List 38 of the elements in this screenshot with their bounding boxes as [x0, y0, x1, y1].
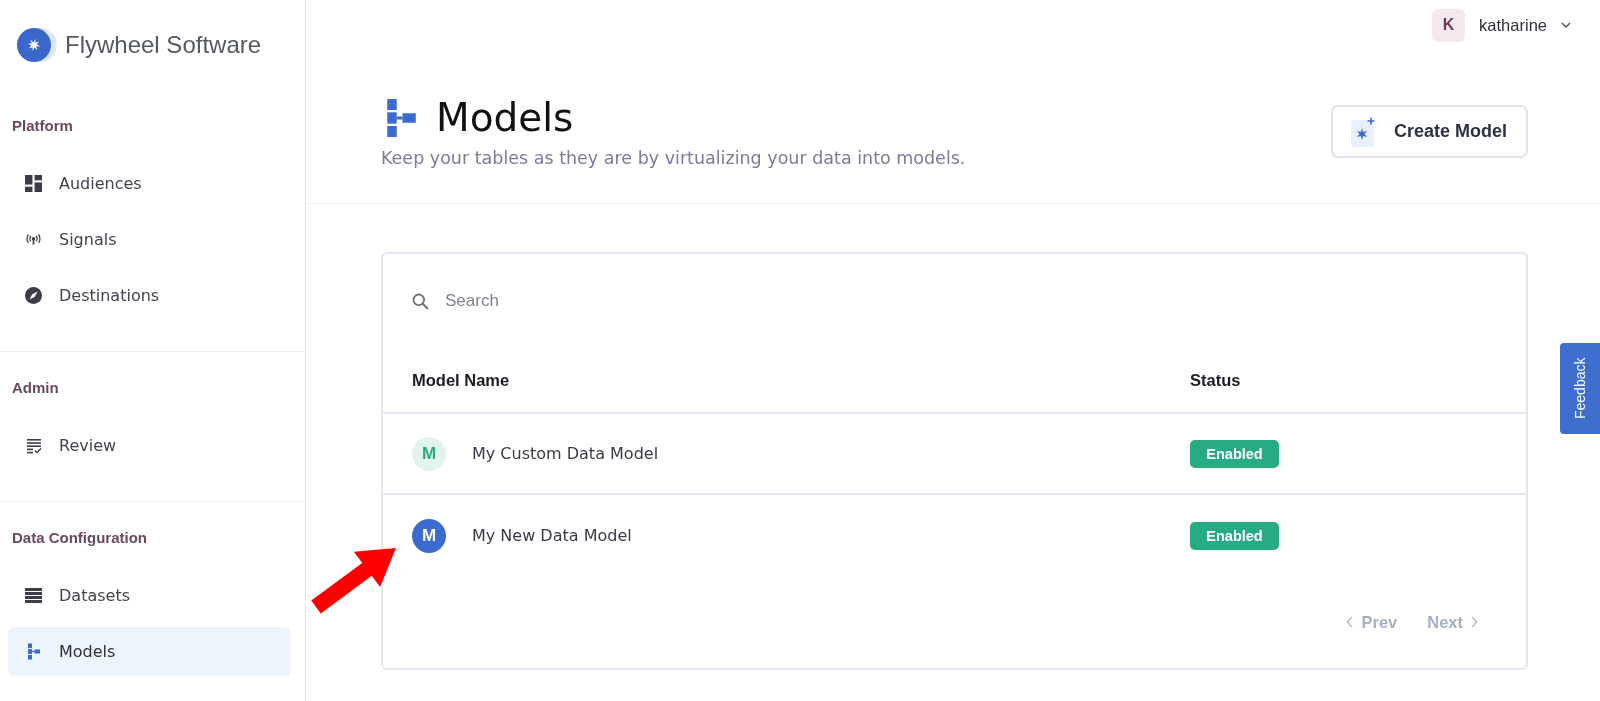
sidebar-item[interactable]: Destinations [8, 271, 291, 320]
create-model-button[interactable]: Create Model [1331, 105, 1528, 158]
model-avatar: M [412, 518, 446, 553]
page-title: Models [436, 94, 574, 142]
dashboard-icon [25, 175, 42, 192]
hierarchy-icon [27, 643, 40, 660]
model-name[interactable]: My New Data Model [472, 526, 632, 545]
user-avatar: K [1432, 8, 1466, 42]
model-name[interactable]: My Custom Data Model [472, 444, 659, 463]
page-subtitle: Keep your tables as they are by virtualizing your data into models. [381, 147, 966, 169]
hierarchy-icon [387, 99, 416, 137]
brand-name: Flywheel Software [65, 31, 262, 59]
checklist-icon [25, 437, 42, 454]
sidebar-item[interactable]: Review [8, 421, 291, 470]
sparkle-icon [1351, 116, 1377, 147]
sidebar-item[interactable]: Models [8, 627, 291, 676]
section-heading: Data Configuration [11, 528, 147, 548]
section-heading: Admin [11, 378, 59, 398]
sidebar-item[interactable]: Audiences [8, 159, 291, 208]
status-badge: Enabled [1190, 521, 1279, 550]
model-avatar: M [412, 436, 446, 471]
list-icon [25, 588, 42, 603]
column-header: Status [1190, 370, 1241, 390]
broadcast-icon [25, 233, 42, 246]
search-icon [412, 292, 429, 310]
sidebar-item[interactable]: Signals [8, 215, 291, 264]
section-heading: Platform [11, 116, 73, 136]
status-badge: Enabled [1190, 439, 1279, 468]
chevron-left-icon [1346, 616, 1354, 628]
chevron-down-icon [1561, 22, 1571, 28]
search-field[interactable]: Search [445, 289, 1497, 313]
feedback-tab[interactable]: Feedback [1560, 343, 1600, 434]
logo-icon [16, 27, 58, 63]
column-header: Model Name [412, 370, 510, 390]
sidebar-item[interactable]: Datasets [8, 571, 291, 620]
chevron-right-icon [1471, 616, 1478, 628]
user-menu[interactable]: K katharine [1432, 8, 1571, 42]
compass-icon [25, 287, 42, 304]
